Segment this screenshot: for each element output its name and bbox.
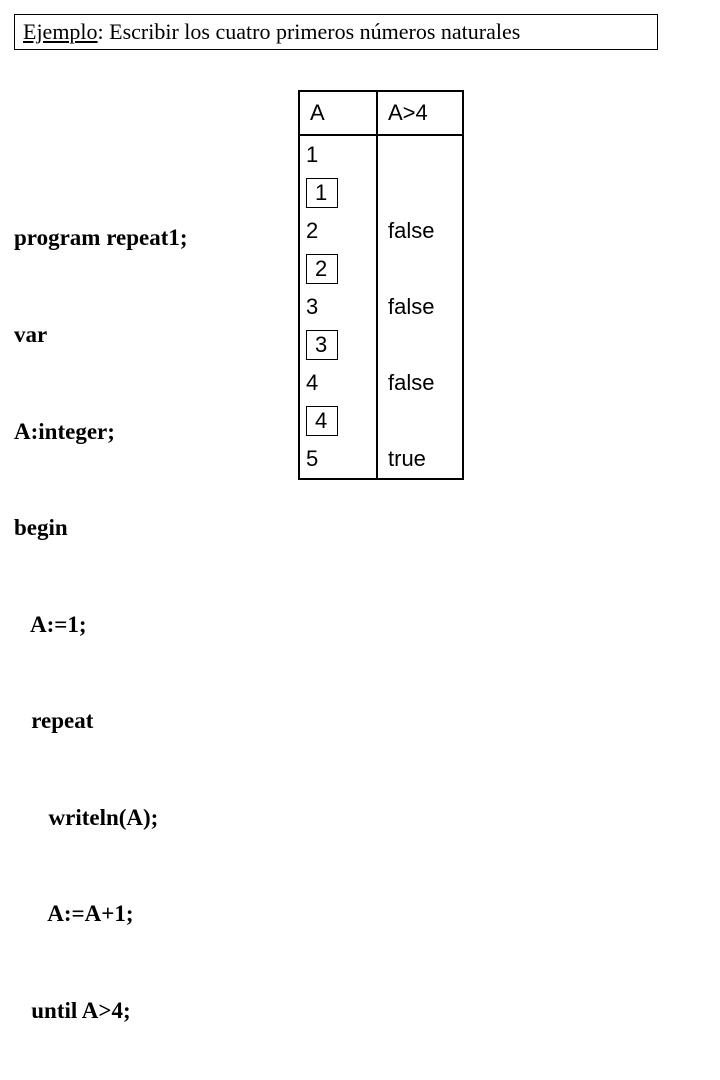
table-row: 4false [299,364,463,402]
table-row: 2false [299,212,463,250]
boxed-value: 2 [306,254,338,285]
cell-a: 2 [299,212,377,250]
cell-b [377,402,463,440]
cell-a: 4 [299,402,377,440]
boxed-value: 3 [306,330,338,361]
code-block: program repeat1; var A:integer; begin A:… [14,158,188,1080]
code-line: repeat [14,705,188,737]
cell-b: false [377,212,463,250]
code-line: program repeat1; [14,222,188,254]
cell-b: false [377,288,463,326]
table-row: 1 [299,174,463,212]
cell-a: 3 [299,288,377,326]
table-row: 3false [299,288,463,326]
boxed-value: 4 [306,406,338,437]
cell-a: 1 [299,174,377,212]
cell-a: 4 [299,364,377,402]
cell-a: 5 [299,440,377,479]
cell-b: true [377,440,463,479]
code-line: until A>4; [14,995,188,1027]
cell-a: 2 [299,250,377,288]
code-line: var [14,319,188,351]
boxed-value: 1 [306,178,338,209]
cell-b [377,174,463,212]
example-text: : Escribir los cuatro primeros números n… [98,19,521,44]
cell-a: 3 [299,326,377,364]
table-row: 3 [299,326,463,364]
table-header-row: A A>4 [299,91,463,135]
table-row: 5true [299,440,463,479]
code-line: A:=A+1; [14,898,188,930]
cell-b [377,326,463,364]
table-row: 1 [299,135,463,174]
cell-b [377,135,463,174]
code-line: writeln(A); [14,802,188,834]
trace-table: A A>4 112false23false34false45true [298,90,464,480]
code-line: A:=1; [14,609,188,641]
code-line: begin [14,512,188,544]
table-row: 2 [299,250,463,288]
cell-b [377,250,463,288]
example-label: Ejemplo [23,19,98,44]
code-line: A:integer; [14,416,188,448]
cell-a: 1 [299,135,377,174]
table-row: 4 [299,402,463,440]
col-header-a: A [299,91,377,135]
col-header-b: A>4 [377,91,463,135]
example-title: Ejemplo: Escribir los cuatro primeros nú… [14,14,658,50]
cell-b: false [377,364,463,402]
